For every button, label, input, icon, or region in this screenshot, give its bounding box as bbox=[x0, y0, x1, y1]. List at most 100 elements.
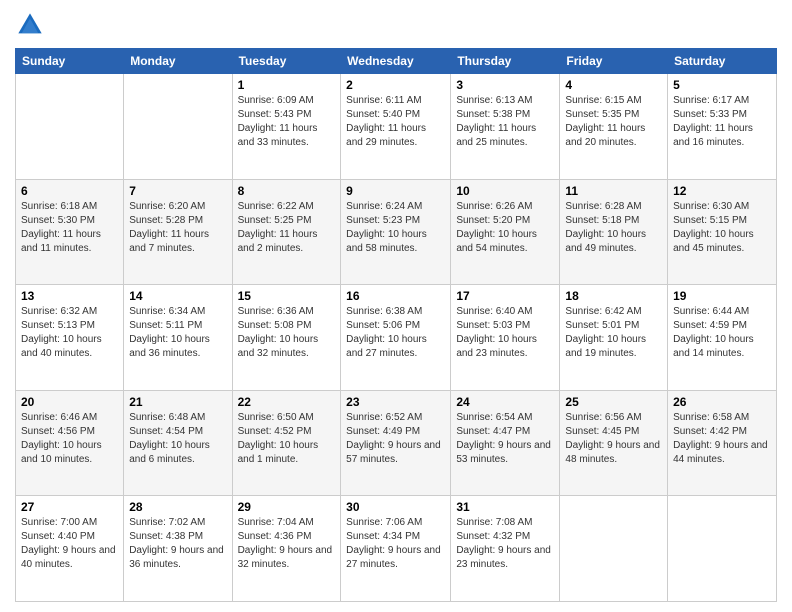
calendar-cell: 8 Sunrise: 6:22 AMSunset: 5:25 PMDaylight… bbox=[232, 179, 341, 285]
day-of-week-header: Saturday bbox=[668, 49, 777, 74]
calendar-cell: 29 Sunrise: 7:04 AMSunset: 4:36 PMDayligh… bbox=[232, 496, 341, 602]
day-number: 15 bbox=[238, 289, 336, 303]
calendar-cell: 26 Sunrise: 6:58 AMSunset: 4:42 PMDayligh… bbox=[668, 390, 777, 496]
day-number: 5 bbox=[673, 78, 771, 92]
calendar-cell: 17 Sunrise: 6:40 AMSunset: 5:03 PMDayligh… bbox=[451, 285, 560, 391]
calendar-cell: 9 Sunrise: 6:24 AMSunset: 5:23 PMDaylight… bbox=[341, 179, 451, 285]
day-number: 18 bbox=[565, 289, 662, 303]
calendar-cell: 21 Sunrise: 6:48 AMSunset: 4:54 PMDayligh… bbox=[124, 390, 232, 496]
day-number: 17 bbox=[456, 289, 554, 303]
day-number: 14 bbox=[129, 289, 226, 303]
day-info: Sunrise: 6:40 AMSunset: 5:03 PMDaylight:… bbox=[456, 305, 554, 361]
day-number: 24 bbox=[456, 395, 554, 409]
day-info: Sunrise: 7:08 AMSunset: 4:32 PMDaylight:… bbox=[456, 516, 554, 572]
logo-icon bbox=[15, 10, 45, 40]
calendar-cell: 20Sunrise: 6:46 AMSunset: 4:56 PMDayligh… bbox=[16, 390, 124, 496]
day-number: 6 bbox=[21, 184, 118, 198]
day-info: Sunrise: 6:38 AMSunset: 5:06 PMDaylight:… bbox=[346, 305, 445, 361]
calendar-cell: 11 Sunrise: 6:28 AMSunset: 5:18 PMDayligh… bbox=[560, 179, 668, 285]
day-of-week-header: Wednesday bbox=[341, 49, 451, 74]
day-info: Sunrise: 6:30 AMSunset: 5:15 PMDaylight:… bbox=[673, 200, 771, 256]
day-number: 9 bbox=[346, 184, 445, 198]
day-number: 31 bbox=[456, 500, 554, 514]
calendar-table: SundayMondayTuesdayWednesdayThursdayFrid… bbox=[15, 48, 777, 602]
day-info: Sunrise: 6:11 AMSunset: 5:40 PMDaylight:… bbox=[346, 94, 445, 150]
day-number: 25 bbox=[565, 395, 662, 409]
day-number: 26 bbox=[673, 395, 771, 409]
calendar-cell: 30 Sunrise: 7:06 AMSunset: 4:34 PMDayligh… bbox=[341, 496, 451, 602]
calendar-cell: 3 Sunrise: 6:13 AMSunset: 5:38 PMDaylight… bbox=[451, 74, 560, 180]
calendar-cell: 7 Sunrise: 6:20 AMSunset: 5:28 PMDaylight… bbox=[124, 179, 232, 285]
calendar-cell: 24Sunrise: 6:54 AMSunset: 4:47 PMDayligh… bbox=[451, 390, 560, 496]
calendar-cell: 1 Sunrise: 6:09 AMSunset: 5:43 PMDaylight… bbox=[232, 74, 341, 180]
day-of-week-header: Thursday bbox=[451, 49, 560, 74]
day-info: Sunrise: 6:22 AMSunset: 5:25 PMDaylight:… bbox=[238, 200, 336, 256]
calendar-cell bbox=[560, 496, 668, 602]
calendar-cell: 6 Sunrise: 6:18 AMSunset: 5:30 PMDaylight… bbox=[16, 179, 124, 285]
day-info: Sunrise: 6:34 AMSunset: 5:11 PMDaylight:… bbox=[129, 305, 226, 361]
calendar-cell: 25 Sunrise: 6:56 AMSunset: 4:45 PMDayligh… bbox=[560, 390, 668, 496]
day-info: Sunrise: 6:48 AMSunset: 4:54 PMDaylight:… bbox=[129, 411, 226, 467]
day-number: 22 bbox=[238, 395, 336, 409]
day-number: 2 bbox=[346, 78, 445, 92]
day-info: Sunrise: 6:52 AMSunset: 4:49 PMDaylight:… bbox=[346, 411, 445, 467]
day-info: Sunrise: 7:00 AMSunset: 4:40 PMDaylight:… bbox=[21, 516, 118, 572]
day-info: Sunrise: 7:02 AMSunset: 4:38 PMDaylight:… bbox=[129, 516, 226, 572]
day-number: 29 bbox=[238, 500, 336, 514]
calendar-week-row: 27 Sunrise: 7:00 AMSunset: 4:40 PMDayligh… bbox=[16, 496, 777, 602]
day-number: 8 bbox=[238, 184, 336, 198]
day-number: 3 bbox=[456, 78, 554, 92]
day-number: 12 bbox=[673, 184, 771, 198]
day-number: 19 bbox=[673, 289, 771, 303]
day-info: Sunrise: 6:28 AMSunset: 5:18 PMDaylight:… bbox=[565, 200, 662, 256]
day-number: 27 bbox=[21, 500, 118, 514]
calendar-cell bbox=[668, 496, 777, 602]
day-info: Sunrise: 6:13 AMSunset: 5:38 PMDaylight:… bbox=[456, 94, 554, 150]
day-number: 16 bbox=[346, 289, 445, 303]
day-info: Sunrise: 6:36 AMSunset: 5:08 PMDaylight:… bbox=[238, 305, 336, 361]
day-info: Sunrise: 6:32 AMSunset: 5:13 PMDaylight:… bbox=[21, 305, 118, 361]
calendar-cell: 23 Sunrise: 6:52 AMSunset: 4:49 PMDayligh… bbox=[341, 390, 451, 496]
calendar-cell: 27 Sunrise: 7:00 AMSunset: 4:40 PMDayligh… bbox=[16, 496, 124, 602]
calendar-cell: 2 Sunrise: 6:11 AMSunset: 5:40 PMDaylight… bbox=[341, 74, 451, 180]
calendar-header-row: SundayMondayTuesdayWednesdayThursdayFrid… bbox=[16, 49, 777, 74]
calendar-cell: 19 Sunrise: 6:44 AMSunset: 4:59 PMDayligh… bbox=[668, 285, 777, 391]
day-number: 23 bbox=[346, 395, 445, 409]
calendar-cell: 22Sunrise: 6:50 AMSunset: 4:52 PMDayligh… bbox=[232, 390, 341, 496]
calendar-cell bbox=[124, 74, 232, 180]
day-number: 21 bbox=[129, 395, 226, 409]
calendar-week-row: 20Sunrise: 6:46 AMSunset: 4:56 PMDayligh… bbox=[16, 390, 777, 496]
calendar-cell: 10Sunrise: 6:26 AMSunset: 5:20 PMDayligh… bbox=[451, 179, 560, 285]
day-info: Sunrise: 6:58 AMSunset: 4:42 PMDaylight:… bbox=[673, 411, 771, 467]
day-number: 28 bbox=[129, 500, 226, 514]
day-info: Sunrise: 7:04 AMSunset: 4:36 PMDaylight:… bbox=[238, 516, 336, 572]
day-info: Sunrise: 6:56 AMSunset: 4:45 PMDaylight:… bbox=[565, 411, 662, 467]
day-info: Sunrise: 6:15 AMSunset: 5:35 PMDaylight:… bbox=[565, 94, 662, 150]
day-number: 7 bbox=[129, 184, 226, 198]
calendar-cell: 31 Sunrise: 7:08 AMSunset: 4:32 PMDayligh… bbox=[451, 496, 560, 602]
calendar-week-row: 13Sunrise: 6:32 AMSunset: 5:13 PMDayligh… bbox=[16, 285, 777, 391]
day-number: 20 bbox=[21, 395, 118, 409]
day-number: 11 bbox=[565, 184, 662, 198]
calendar-cell: 15 Sunrise: 6:36 AMSunset: 5:08 PMDayligh… bbox=[232, 285, 341, 391]
calendar-cell: 5 Sunrise: 6:17 AMSunset: 5:33 PMDaylight… bbox=[668, 74, 777, 180]
day-info: Sunrise: 7:06 AMSunset: 4:34 PMDaylight:… bbox=[346, 516, 445, 572]
calendar-cell: 14 Sunrise: 6:34 AMSunset: 5:11 PMDayligh… bbox=[124, 285, 232, 391]
day-number: 10 bbox=[456, 184, 554, 198]
day-info: Sunrise: 6:42 AMSunset: 5:01 PMDaylight:… bbox=[565, 305, 662, 361]
header bbox=[15, 10, 777, 40]
day-info: Sunrise: 6:24 AMSunset: 5:23 PMDaylight:… bbox=[346, 200, 445, 256]
day-info: Sunrise: 6:20 AMSunset: 5:28 PMDaylight:… bbox=[129, 200, 226, 256]
logo bbox=[15, 10, 49, 40]
day-info: Sunrise: 6:09 AMSunset: 5:43 PMDaylight:… bbox=[238, 94, 336, 150]
calendar-week-row: 1 Sunrise: 6:09 AMSunset: 5:43 PMDaylight… bbox=[16, 74, 777, 180]
day-info: Sunrise: 6:17 AMSunset: 5:33 PMDaylight:… bbox=[673, 94, 771, 150]
calendar-cell bbox=[16, 74, 124, 180]
day-number: 30 bbox=[346, 500, 445, 514]
day-info: Sunrise: 6:44 AMSunset: 4:59 PMDaylight:… bbox=[673, 305, 771, 361]
calendar-cell: 12 Sunrise: 6:30 AMSunset: 5:15 PMDayligh… bbox=[668, 179, 777, 285]
day-number: 1 bbox=[238, 78, 336, 92]
day-info: Sunrise: 6:18 AMSunset: 5:30 PMDaylight:… bbox=[21, 200, 118, 256]
calendar-week-row: 6 Sunrise: 6:18 AMSunset: 5:30 PMDaylight… bbox=[16, 179, 777, 285]
calendar-cell: 16 Sunrise: 6:38 AMSunset: 5:06 PMDayligh… bbox=[341, 285, 451, 391]
